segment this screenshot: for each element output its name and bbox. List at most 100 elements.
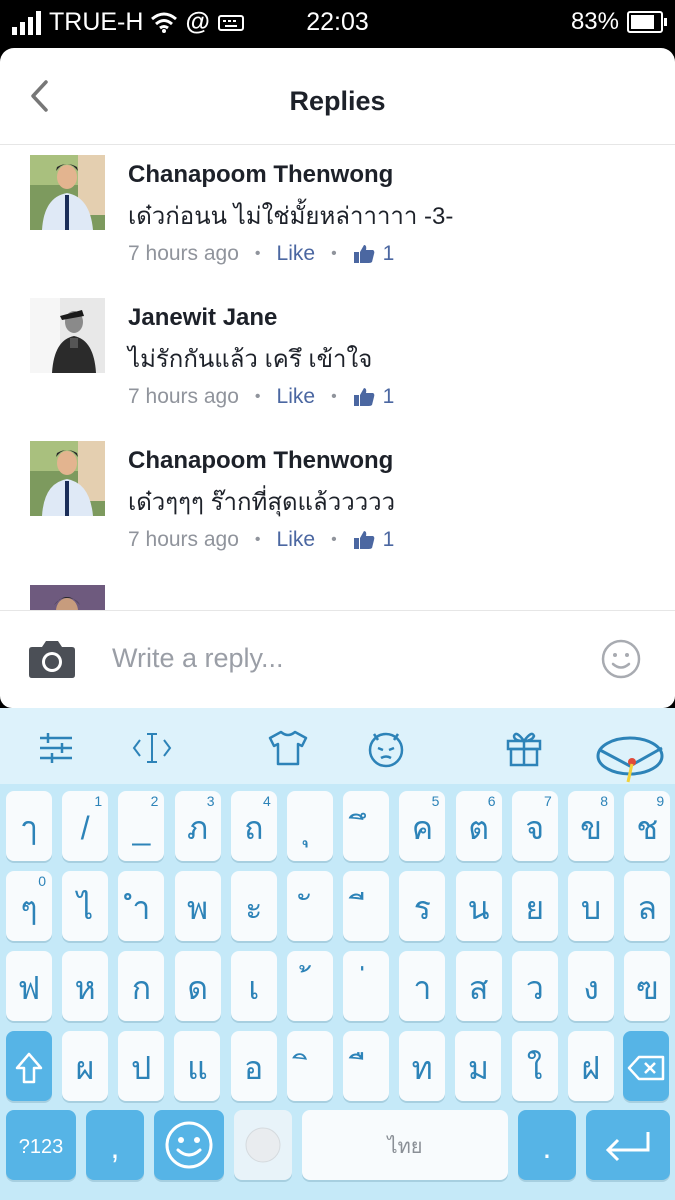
letter-key[interactable]: ่ [343,951,390,1021]
comment-list[interactable]: Chanapoom Thenwong เด๋วก่อนน ไม่ใช่มั้ยห… [0,145,675,610]
emoji-icon[interactable] [601,639,641,679]
like-button[interactable]: Like [277,385,316,409]
letter-key[interactable]: ช9 [624,791,671,861]
enter-arrow-icon [605,1132,650,1162]
comment-author[interactable]: Janewit Jane [128,304,277,332]
letter-key[interactable]: /1 [62,791,109,861]
letter-key[interactable]: บ [568,871,614,941]
letter-key[interactable]: ต6 [455,791,502,861]
key-char: ร [413,890,431,926]
letter-key[interactable]: ง [568,951,614,1021]
letter-key[interactable]: ้ [287,951,333,1021]
key-hint-number: 4 [263,793,271,809]
letter-key[interactable]: จ7 [511,791,558,861]
keyboard-toolbar [0,708,675,784]
letter-key[interactable]: ย [511,871,558,941]
letter-key[interactable]: เ [230,951,277,1021]
period-key[interactable]: . [518,1110,576,1180]
comma-key[interactable]: , [86,1110,144,1180]
globe-key[interactable] [234,1110,292,1180]
key-char: ต [468,810,489,846]
letter-key[interactable]: ค5 [399,791,446,861]
thumbs-up-icon[interactable] [353,244,375,264]
key-char: อ [243,1050,264,1086]
letter-key[interactable]: ถ4 [230,791,277,861]
letter-key[interactable]: แ [174,1031,221,1101]
thumbs-up-icon[interactable] [353,530,375,550]
letter-key[interactable]: ั [287,871,333,941]
letter-key[interactable]: ส [455,951,502,1021]
letter-key[interactable]: ะ [230,871,277,941]
key-char: ล [637,890,657,926]
letter-key[interactable]: ห [62,951,109,1021]
letter-key[interactable]: ึ [343,791,390,861]
letter-key[interactable]: ื [343,1031,389,1101]
letter-key[interactable]: ภ3 [174,791,221,861]
letter-key[interactable]: ข8 [568,791,614,861]
backspace-key[interactable] [623,1031,669,1101]
letter-key[interactable]: ิ [286,1031,333,1101]
like-button[interactable]: Like [277,242,316,266]
numbers-key[interactable]: ?123 [6,1110,76,1180]
key-char: ช [636,810,659,846]
like-button[interactable]: Like [277,528,316,552]
enter-key[interactable] [586,1110,670,1180]
letter-key[interactable]: ป [118,1031,165,1101]
reply-input[interactable]: Write a reply... [112,643,284,674]
letter-key[interactable]: า [399,951,446,1021]
emoji-key[interactable] [154,1110,224,1180]
avatar[interactable] [30,585,105,610]
space-key[interactable]: ไทย [302,1110,508,1180]
letter-key[interactable]: ผ [62,1031,108,1101]
comment-author[interactable]: Chanapoom Thenwong [128,447,393,475]
separator-dot: • [254,531,261,548]
cursor-icon[interactable] [130,726,174,770]
reply-bar: Write a reply... [0,610,675,708]
camera-icon[interactable] [28,639,76,679]
letter-key[interactable]: ี [343,871,390,941]
letter-key[interactable]: ๅ [6,791,52,861]
key-hint-number: 0 [38,873,46,889]
comment-author[interactable]: Chanapoom Thenwong [128,161,393,189]
letter-key[interactable]: ฟ [6,951,52,1021]
letter-key[interactable]: ุ [287,791,333,861]
letter-key[interactable]: ร [399,871,446,941]
letter-key[interactable]: ก [118,951,165,1021]
key-char: ส [468,970,489,1006]
promo-badge-icon[interactable] [596,730,668,790]
letter-key[interactable]: ม [455,1031,502,1101]
letter-key[interactable]: ฝ [567,1031,614,1101]
key-hint-number: 3 [206,793,215,809]
letter-key[interactable]: ไ [62,871,109,941]
letter-key[interactable]: พ [174,871,221,941]
thumbs-up-icon[interactable] [353,387,375,407]
letter-key[interactable]: ฃ [624,951,671,1021]
letter-key[interactable]: _ 2 [118,791,165,861]
avatar[interactable] [30,298,105,373]
separator-dot: • [254,388,261,405]
letter-key[interactable]: ล [624,871,671,941]
letter-key[interactable]: ว [511,951,558,1021]
comment-meta: 7 hours ago • Like • 1 [128,528,394,552]
letter-key[interactable]: ใ [511,1031,558,1101]
key-hint-number: 5 [431,793,440,809]
avatar[interactable] [30,155,105,230]
key-char: น [467,890,490,926]
settings-sliders-icon[interactable] [34,726,78,770]
letter-key[interactable]: ๆ0 [6,871,52,941]
comment-meta: 7 hours ago • Like • 1 [128,385,394,409]
shift-key[interactable] [6,1031,52,1101]
key-char: ฟ [17,970,41,1006]
theme-shirt-icon[interactable] [266,726,310,770]
letter-key[interactable]: ำ [118,871,165,941]
letter-key[interactable]: น [455,871,502,941]
avatar[interactable] [30,441,105,516]
letter-key[interactable]: ด [174,951,221,1021]
emoji-face-icon[interactable] [364,726,408,770]
page-title: Replies [289,86,386,116]
letter-key[interactable]: อ [230,1031,277,1101]
gift-icon[interactable] [502,726,546,770]
like-count: 1 [382,242,395,265]
key-char: ย [525,890,545,926]
letter-key[interactable]: ท [399,1031,446,1101]
